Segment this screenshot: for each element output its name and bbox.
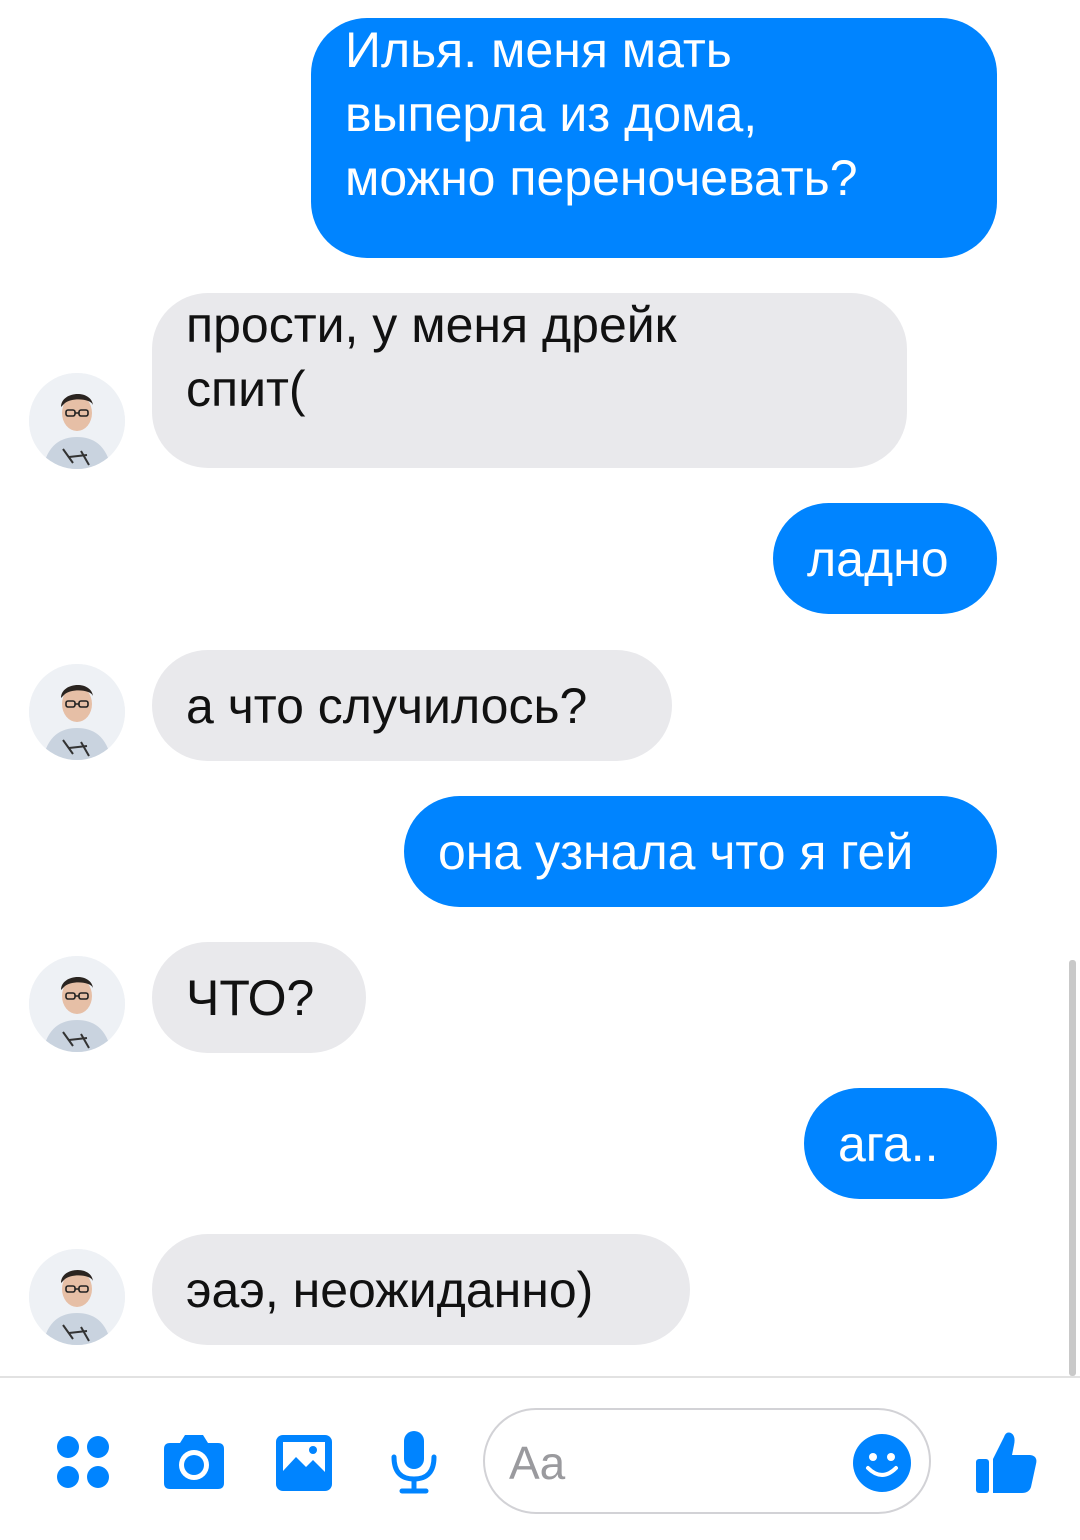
message-line: Илья. меня мать (345, 22, 732, 78)
microphone-icon[interactable] (378, 1427, 450, 1499)
camera-icon[interactable] (158, 1427, 230, 1499)
thumbs-up-icon[interactable] (970, 1427, 1042, 1499)
contact-photo (29, 664, 125, 760)
message-text: а что случилось? (186, 677, 588, 734)
message-bubble-incoming[interactable]: эаэ, неожиданно) (152, 1234, 690, 1345)
message-bubble-outgoing[interactable]: Илья. меня мать выперла из дома, можно п… (311, 18, 997, 258)
avatar[interactable] (29, 956, 125, 1052)
message-text: ага.. (838, 1115, 939, 1172)
message-line: можно переночевать? (345, 150, 858, 206)
contact-photo (29, 1249, 125, 1345)
more-apps-icon[interactable] (48, 1427, 120, 1499)
gallery-icon[interactable] (268, 1427, 340, 1499)
message-line: выперла из дома, (345, 86, 758, 142)
message-bubble-incoming[interactable]: прости, у меня дрейк спит( (152, 293, 907, 468)
contact-photo (29, 373, 125, 469)
avatar[interactable] (29, 664, 125, 760)
conversation-thread[interactable]: Илья. меня мать выперла из дома, можно п… (0, 0, 1080, 1376)
message-input-container[interactable] (483, 1408, 931, 1514)
avatar[interactable] (29, 373, 125, 469)
message-bubble-outgoing[interactable]: она узнала что я гей (404, 796, 997, 907)
message-bubble-outgoing[interactable]: ага.. (804, 1088, 997, 1199)
message-text: эаэ, неожиданно) (186, 1261, 594, 1318)
contact-photo (29, 956, 125, 1052)
message-bubble-incoming[interactable]: а что случилось? (152, 650, 672, 761)
message-text: ладно (807, 530, 949, 587)
message-line: прости, у меня дрейк (186, 297, 677, 353)
avatar[interactable] (29, 1249, 125, 1345)
scrollbar[interactable] (1069, 960, 1076, 1376)
message-text: ЧТО? (186, 969, 315, 1026)
message-bubble-incoming[interactable]: ЧТО? (152, 942, 366, 1053)
smiley-icon[interactable] (851, 1432, 913, 1494)
message-input[interactable] (507, 1424, 851, 1502)
message-line: спит( (186, 361, 306, 417)
message-bubble-outgoing[interactable]: ладно (773, 503, 997, 614)
message-text: она узнала что я гей (438, 823, 914, 880)
